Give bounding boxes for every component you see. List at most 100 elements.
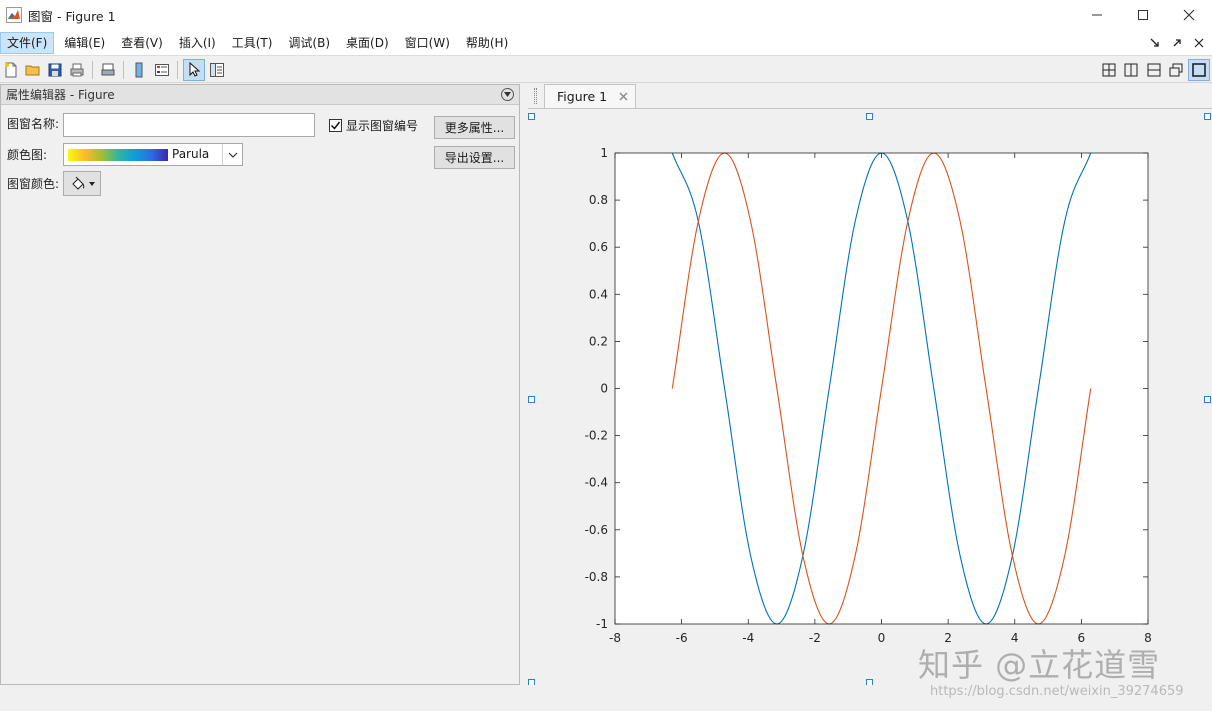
export-settings-button[interactable]: 导出设置... [434,146,515,169]
x-tick-label: -2 [809,631,821,645]
menu-insert[interactable]: 插入(I) [173,32,222,54]
selection-handle[interactable] [866,113,873,120]
tile-columns-button[interactable] [1120,59,1142,81]
colormap-swatch [68,149,168,161]
menu-close-icon[interactable] [1190,34,1208,52]
tile-rows-button[interactable] [1143,59,1165,81]
show-number-checkbox[interactable] [329,119,342,132]
tile-grid-button[interactable] [1098,59,1120,81]
maximize-button[interactable] [1120,0,1166,30]
colormap-dropdown-arrow[interactable] [222,144,242,165]
menu-tools[interactable]: 工具(T) [226,32,279,54]
minimize-button[interactable] [1074,0,1120,30]
paint-bucket-icon [71,176,84,190]
x-tick-label: -6 [676,631,688,645]
show-number-label: 显示图窗编号 [346,119,419,133]
figure-toolbar [0,57,1212,83]
selection-handle[interactable] [1204,396,1211,403]
x-tick-label: 0 [878,631,886,645]
dock-icon[interactable] [1146,34,1164,52]
new-file-icon [5,62,17,78]
maximize-icon [1138,10,1148,20]
close-tab-icon[interactable] [619,92,628,101]
plot-svg: -8 -6 -4 -2 0 2 4 6 8-1-0.8-0.6-0.4-0.200.20.40.… [585,146,1152,645]
y-tick-label: -1 [596,617,608,631]
selection-handle[interactable] [528,113,535,120]
figure-canvas: -8 -6 -4 -2 0 2 4 6 8 -1 -0.8 -0.6 -0.4 -0.2 0 0.2 0.4 0.… [528,108,1212,686]
menu-desktop[interactable]: 桌面(D) [340,32,395,54]
menu-debug[interactable]: 调试(B) [282,32,336,54]
menu-right-controls [1146,34,1208,52]
menu-bar: 文件(F) 编辑(E) 查看(V) 插入(I) 工具(T) 调试(B) 桌面(D… [0,30,1212,56]
y-tick-label: 0.2 [589,334,608,348]
save-button[interactable] [44,59,66,81]
new-figure-button[interactable] [0,59,22,81]
selection-handle[interactable] [528,396,535,403]
chevron-down-icon [504,92,511,97]
dropdown-arrow-icon [88,181,95,186]
y-tick-label: 0 [600,382,608,396]
panel-splitter[interactable] [520,84,528,685]
tab-figure-1[interactable]: Figure 1 [544,84,636,108]
pointer-arrow-icon [189,62,201,77]
y-tick-label: -0.4 [585,476,608,490]
figure-color-picker[interactable] [63,171,101,196]
undock-icon[interactable] [1168,34,1186,52]
tab-drag-handle[interactable] [534,88,537,104]
x-tick-label: -4 [742,631,754,645]
colormap-value: Parula [172,147,210,161]
legend-icon [155,64,169,76]
colorbar-button[interactable] [128,59,150,81]
open-file-button[interactable] [22,59,44,81]
y-tick-label: 0.6 [589,240,608,254]
y-tick-label: 0.8 [589,193,608,207]
y-tick-label: -0.6 [585,523,608,537]
y-tick-label: 1 [600,146,608,160]
colormap-label: 颜色图: [7,148,48,162]
figure-name-input[interactable] [63,113,315,137]
tile-rows-icon [1147,63,1161,77]
property-editor-icon [210,63,224,77]
float-window-button[interactable] [1165,59,1187,81]
print-button[interactable] [66,59,88,81]
float-window-icon [1169,63,1183,77]
maximize-docked-button[interactable] [1188,59,1210,81]
menu-edit[interactable]: 编辑(E) [58,32,111,54]
save-icon [48,63,62,77]
title-bar: 图窗 - Figure 1 [0,0,1212,30]
menu-view[interactable]: 查看(V) [115,32,169,54]
property-editor-button[interactable] [206,59,228,81]
panel-menu-button[interactable] [501,88,514,101]
show-number-option[interactable]: 显示图窗编号 [329,117,418,134]
print-preview-icon [101,63,115,76]
close-button[interactable] [1166,0,1212,30]
selection-handle[interactable] [1204,113,1211,120]
x-tick-label: -8 [609,631,621,645]
colormap-dropdown[interactable]: Parula [63,143,243,166]
figure-color-label: 图窗颜色: [7,177,60,191]
legend-button[interactable] [151,59,173,81]
menu-file[interactable]: 文件(F) [0,31,55,54]
colorbar-icon [135,62,143,78]
toolbar-separator [123,61,124,79]
close-icon [1183,9,1195,21]
open-folder-icon [25,65,40,76]
property-editor-header: 属性编辑器 - Figure [1,85,519,105]
tile-columns-icon [1124,63,1138,77]
print-icon [70,63,84,77]
maximize-panel-icon [1192,63,1206,77]
y-tick-label: -0.8 [585,570,608,584]
window-controls [1074,0,1212,30]
link-plot-button[interactable] [97,59,119,81]
edit-plot-button[interactable] [183,59,205,81]
more-properties-button[interactable]: 更多属性... [434,116,515,139]
figure-tabstrip: Figure 1 [528,84,1212,108]
menu-window[interactable]: 窗口(W) [399,32,456,54]
y-tick-label: 0.4 [589,287,608,301]
toolbar-separator [92,61,93,79]
menu-help[interactable]: 帮助(H) [460,32,514,54]
watermark-url: https://blog.csdn.net/weixin_39274659 [930,684,1184,699]
property-editor-panel: 属性编辑器 - Figure 图窗名称: 显示图窗编号 更多属性... 颜色图:… [0,84,520,685]
matlab-icon [6,7,22,23]
window-title: 图窗 - Figure 1 [28,8,116,24]
